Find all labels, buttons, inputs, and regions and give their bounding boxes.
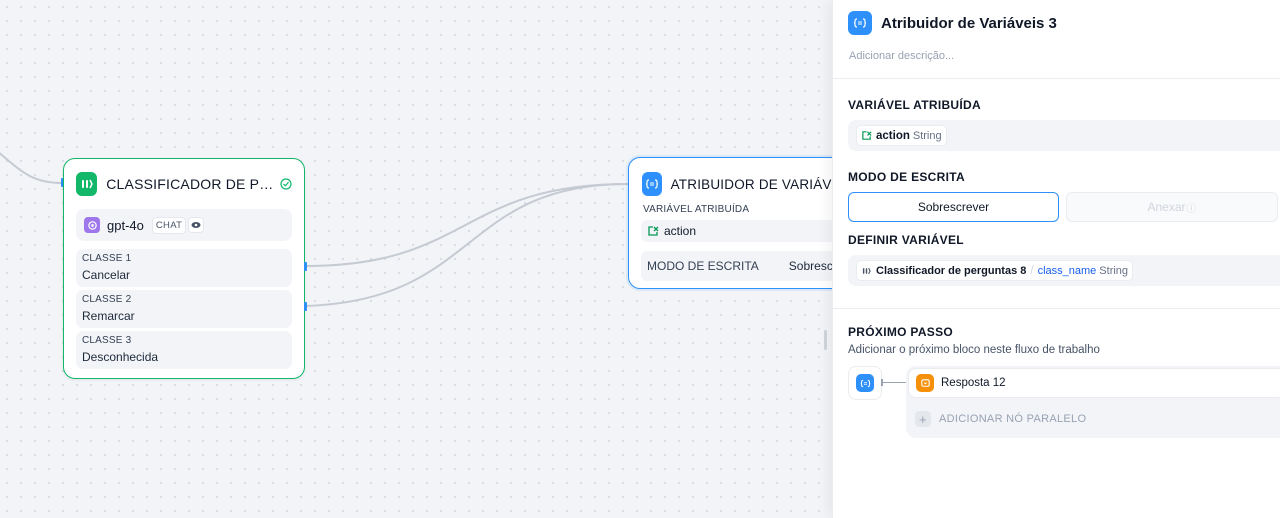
source-variable-chip: Classificador de perguntas 8 / class_nam…: [856, 260, 1134, 281]
class-value: Cancelar: [82, 268, 131, 282]
define-variable-selector[interactable]: Classificador de perguntas 8 / class_nam…: [848, 255, 1280, 286]
description-input[interactable]: Adicionar descrição...: [849, 50, 1280, 70]
add-parallel-label: ADICIONAR NÓ PARALELO: [939, 413, 1087, 425]
next-step-subtitle: Adicionar o próximo bloco neste fluxo de…: [848, 344, 1100, 356]
variable-assigner-icon: [856, 374, 874, 392]
next-step-section-label: PRÓXIMO PASSO: [848, 325, 954, 339]
source-variable-name: class_name: [1037, 264, 1097, 277]
class-value: Remarcar: [82, 309, 135, 323]
plus-icon: +: [915, 411, 931, 427]
model-mode-badge: CHAT: [151, 216, 187, 234]
write-mode-section-label: MODO DE ESCRITA: [848, 170, 965, 184]
next-step-flow: Resposta 12 + ADICIONAR NÓ PARALELO: [833, 366, 1280, 446]
class-item-2[interactable]: CLASSE 2 Remarcar: [76, 290, 292, 328]
variable-assigner-icon: [642, 172, 662, 196]
vision-eye-icon: [188, 217, 205, 233]
class-item-3[interactable]: CLASSE 3 Desconhecida: [76, 331, 292, 369]
panel-title[interactable]: Atribuidor de Variáveis 3: [881, 15, 1057, 32]
assigned-variable-name: action: [876, 129, 910, 142]
append-button[interactable]: Anexar ⓘ: [1066, 192, 1278, 222]
class-label: CLASSE 1: [82, 253, 132, 264]
openai-icon: [84, 217, 100, 233]
assigned-variable-section-label: VARIÁVEL ATRIBUÍDA: [848, 98, 981, 112]
classifier-node-header: CLASSIFICADOR DE PERG...: [64, 159, 304, 209]
assigned-variable-selector[interactable]: action String: [848, 120, 1280, 151]
help-icon: ⓘ: [1186, 203, 1197, 215]
next-node-name: Resposta 12: [941, 377, 1006, 389]
edge-class2-to-assigner: [305, 183, 629, 307]
assigned-variable-type: String: [912, 129, 942, 142]
next-nodes-container: Resposta 12 + ADICIONAR NÓ PARALELO: [906, 366, 1280, 438]
source-node-name: Classificador de perguntas 8: [876, 264, 1027, 277]
divider: [833, 78, 1280, 79]
success-check-icon: [280, 178, 292, 190]
model-selector[interactable]: gpt-4o CHAT: [76, 209, 292, 241]
classifier-node-title: CLASSIFICADOR DE PERG...: [106, 176, 280, 192]
overwrite-button[interactable]: Sobrescrever: [848, 192, 1059, 222]
class-value: Desconhecida: [82, 350, 159, 364]
classifier-icon: [76, 172, 98, 196]
assigned-variable-chip: action String: [856, 125, 947, 146]
answer-icon: [916, 374, 934, 392]
divider: [833, 308, 1280, 309]
edge-incoming: [0, 152, 63, 184]
add-parallel-node-button[interactable]: + ADICIONAR NÓ PARALELO: [915, 411, 1086, 427]
conversation-variable-icon: [648, 226, 659, 236]
assigned-variable: action: [641, 220, 859, 242]
class-label: CLASSE 2: [82, 294, 132, 305]
question-classifier-node[interactable]: CLASSIFICADOR DE PERG... gpt-4o CHAT CLA…: [63, 158, 305, 379]
class-item-1[interactable]: CLASSE 1 Cancelar: [76, 249, 292, 287]
source-variable-type: String: [1099, 264, 1129, 277]
assigned-variable-name: action: [664, 224, 697, 238]
panel-header: Atribuidor de Variáveis 3: [833, 0, 1280, 38]
node-settings-panel: Atribuidor de Variáveis 3 Adicionar desc…: [832, 0, 1280, 518]
class-label: CLASSE 3: [82, 335, 132, 346]
current-node-block: [848, 366, 882, 400]
flow-connector-line: [882, 382, 906, 383]
write-mode-label: MODO DE ESCRITA: [647, 259, 759, 273]
model-name: gpt-4o: [107, 217, 144, 233]
next-node-item[interactable]: Resposta 12: [908, 368, 1280, 398]
append-label: Anexar: [1147, 200, 1186, 214]
panel-resize-handle[interactable]: [824, 330, 827, 350]
class1-output-handle[interactable]: [304, 262, 307, 271]
class2-output-handle[interactable]: [304, 302, 307, 311]
variable-assigner-icon: [848, 11, 872, 35]
classifier-icon: [862, 267, 871, 274]
path-separator: /: [1030, 264, 1034, 277]
conversation-variable-icon: [862, 131, 872, 140]
define-variable-section-label: DEFINIR VARIÁVEL: [848, 233, 964, 247]
write-mode-options: Sobrescrever Anexar ⓘ: [848, 192, 1280, 222]
edge-class1-to-assigner: [305, 183, 629, 267]
write-mode-row: MODO DE ESCRITA Sobrescrever: [641, 251, 859, 281]
assigner-node-title: ATRIBUIDOR DE VARIÁVEIS: [670, 176, 854, 192]
